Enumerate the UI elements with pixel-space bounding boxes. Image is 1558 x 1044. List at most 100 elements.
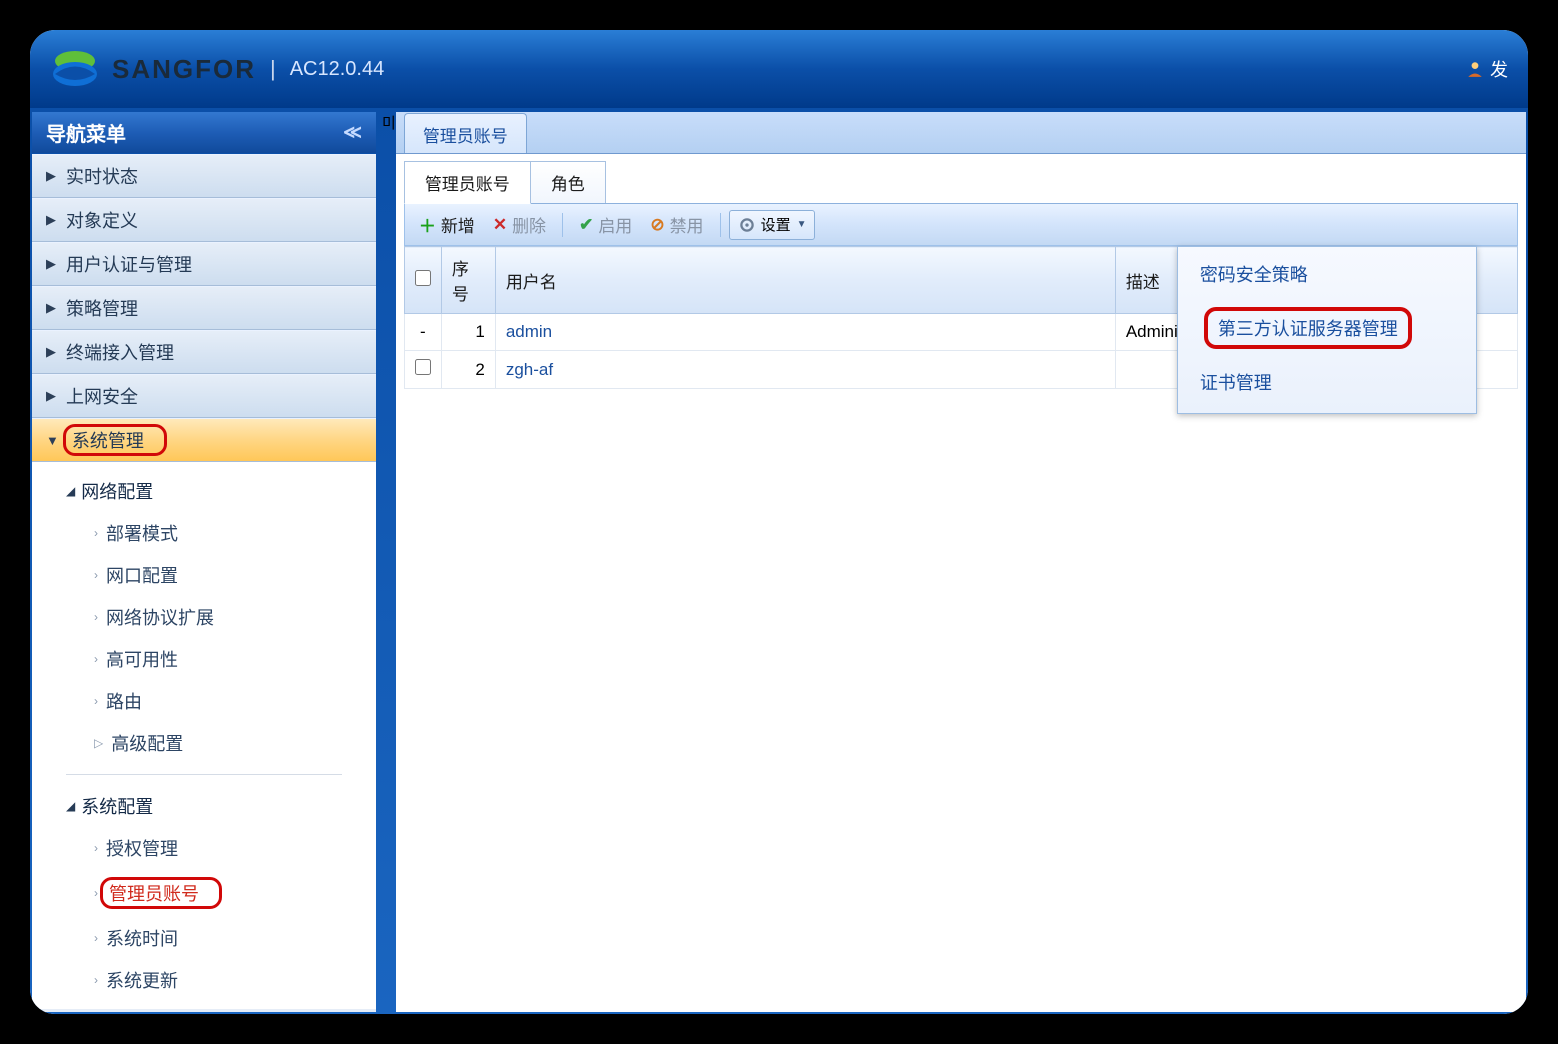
- leaf-label: 高级配置: [111, 730, 183, 756]
- leaf-nic-config[interactable]: ›网口配置: [32, 554, 376, 596]
- col-username[interactable]: 用户名: [495, 247, 1115, 314]
- enable-button[interactable]: ✔启用: [571, 210, 640, 240]
- main-panel: 管理员账号 管理员账号 角色 ＋新增 ✕删除 ✔启用 ⊘ 禁用: [396, 112, 1526, 1012]
- nav-label: 实时状态: [66, 163, 138, 189]
- settings-dropdown: 密码安全策略 第三方认证服务器管理 证书管理: [1177, 246, 1477, 414]
- collapse-icon[interactable]: ≪: [343, 122, 362, 143]
- menu-thirdparty-auth-wrap: 第三方认证服务器管理: [1192, 299, 1462, 357]
- highlight-system-mgmt: 系统管理: [63, 424, 167, 456]
- btn-label: 新增: [441, 212, 475, 237]
- main-tab-head: 管理员账号: [396, 112, 1526, 154]
- inner-tabs: 管理员账号 角色: [404, 164, 1518, 204]
- leaf-label: 高可用性: [106, 646, 178, 672]
- btn-label: 设置: [761, 214, 791, 235]
- col-checkbox: [404, 247, 441, 314]
- brand-name: SANGFOR: [112, 54, 256, 85]
- toolbar-sep: [562, 213, 563, 237]
- tab-roles[interactable]: 角色: [530, 161, 606, 203]
- x-icon: ✕: [493, 215, 507, 235]
- menu-cert-mgmt[interactable]: 证书管理: [1188, 361, 1466, 403]
- highlight-admin-accounts: 管理员账号: [100, 877, 222, 909]
- brand-logo: [50, 44, 100, 94]
- row-checkbox-cell: -: [404, 314, 441, 351]
- row-username[interactable]: zgh-af: [495, 351, 1115, 389]
- subtree-separator: [66, 774, 342, 775]
- nav-label: 上网安全: [66, 383, 138, 409]
- app-frame: SANGFOR | AC12.0.44 发 导航菜单 ≪ ▶实时状态 ▶对象定义…: [0, 0, 1558, 1044]
- col-index[interactable]: 序号: [441, 247, 495, 314]
- user-area[interactable]: 发: [1466, 56, 1508, 82]
- row-username[interactable]: admin: [495, 314, 1115, 351]
- subgroup-system-config[interactable]: ◢系统配置: [32, 785, 376, 827]
- nav-realtime-status[interactable]: ▶实时状态: [32, 154, 376, 198]
- btn-label: 删除: [512, 212, 546, 237]
- row-checkbox-cell: [404, 351, 441, 389]
- topbar: SANGFOR | AC12.0.44 发: [30, 30, 1528, 110]
- menu-thirdparty-auth[interactable]: 第三方认证服务器管理: [1218, 319, 1398, 339]
- nav-label: 系统管理: [72, 431, 144, 451]
- chevron-down-icon: ▼: [797, 219, 807, 230]
- nav-terminal-access[interactable]: ▶终端接入管理: [32, 330, 376, 374]
- main-tab-admin-accounts[interactable]: 管理员账号: [404, 113, 527, 153]
- leaf-license-mgmt[interactable]: ›授权管理: [32, 827, 376, 869]
- disable-button[interactable]: ⊘ 禁用: [642, 210, 711, 240]
- leaf-label: 网络协议扩展: [106, 604, 214, 630]
- subgroup-label: 系统配置: [81, 793, 153, 819]
- settings-button[interactable]: 设置 ▼: [729, 210, 816, 240]
- subgroup-label: 网络配置: [81, 478, 153, 504]
- row-index: 2: [441, 351, 495, 389]
- subgroup-network-config[interactable]: ◢网络配置: [32, 470, 376, 512]
- leaf-system-update[interactable]: ›系统更新: [32, 959, 376, 1001]
- btn-label: 禁用: [670, 212, 704, 237]
- leaf-admin-accounts[interactable]: ›管理员账号: [32, 869, 376, 917]
- check-icon: ✔: [579, 215, 593, 235]
- dash-icon: -: [420, 322, 426, 341]
- gear-icon: [738, 216, 756, 234]
- select-all-checkbox[interactable]: [415, 270, 431, 286]
- row-checkbox[interactable]: [415, 359, 431, 375]
- tab-accounts[interactable]: 管理员账号: [404, 161, 531, 204]
- leaf-label: 网口配置: [106, 562, 178, 588]
- body-zone: 导航菜单 ≪ ▶实时状态 ▶对象定义 ▶用户认证与管理 ▶策略管理 ▶终端接入管…: [30, 110, 1528, 1014]
- header-divider: |: [270, 56, 276, 82]
- version-label: AC12.0.44: [290, 58, 385, 81]
- leaf-label: 路由: [106, 688, 142, 714]
- nav-policy-mgmt[interactable]: ▶策略管理: [32, 286, 376, 330]
- nav-web-security[interactable]: ▶上网安全: [32, 374, 376, 418]
- menu-password-policy[interactable]: 密码安全策略: [1188, 253, 1466, 295]
- btn-label: 启用: [598, 212, 632, 237]
- leaf-label: 授权管理: [106, 835, 178, 861]
- table-wrap: 序号 用户名 描述 - 1 admin Administ: [404, 246, 1518, 1012]
- leaf-label: 管理员账号: [109, 884, 199, 904]
- app-inner: SANGFOR | AC12.0.44 发 导航菜单 ≪ ▶实时状态 ▶对象定义…: [30, 30, 1528, 1014]
- nav-label: 终端接入管理: [66, 339, 174, 365]
- sidebar-title: 导航菜单: [46, 118, 126, 147]
- add-button[interactable]: ＋新增: [411, 210, 483, 240]
- main-content: 管理员账号 角色 ＋新增 ✕删除 ✔启用 ⊘ 禁用 设置 ▼: [396, 154, 1526, 1012]
- leaf-deploy-mode[interactable]: ›部署模式: [32, 512, 376, 554]
- user-label: 发: [1490, 56, 1508, 82]
- nav-object-definition[interactable]: ▶对象定义: [32, 198, 376, 242]
- ban-icon: ⊘: [650, 215, 664, 235]
- leaf-routing[interactable]: ›路由: [32, 680, 376, 722]
- nav-system-mgmt[interactable]: ▼ 系统管理: [32, 418, 376, 462]
- leaf-high-availability[interactable]: ›高可用性: [32, 638, 376, 680]
- plus-icon: ＋: [419, 212, 436, 237]
- sidebar-header: 导航菜单 ≪: [32, 112, 376, 154]
- user-icon: [1466, 60, 1484, 78]
- leaf-system-time[interactable]: ›系统时间: [32, 917, 376, 959]
- leaf-label: 系统时间: [106, 925, 178, 951]
- nav-label: 用户认证与管理: [66, 251, 192, 277]
- nav-label: 对象定义: [66, 207, 138, 233]
- row-index: 1: [441, 314, 495, 351]
- leaf-label: 系统更新: [106, 967, 178, 993]
- toolbar-sep: [720, 213, 721, 237]
- nav-user-auth[interactable]: ▶用户认证与管理: [32, 242, 376, 286]
- nav-label: 策略管理: [66, 295, 138, 321]
- leaf-net-protocol-ext[interactable]: ›网络协议扩展: [32, 596, 376, 638]
- leaf-advanced-config[interactable]: ▷高级配置: [32, 722, 376, 764]
- delete-button[interactable]: ✕删除: [485, 210, 554, 240]
- system-mgmt-subtree: ◢网络配置 ›部署模式 ›网口配置 ›网络协议扩展 ›高可用性 ›路由 ▷高级配…: [32, 462, 376, 1009]
- sidebar: 导航菜单 ≪ ▶实时状态 ▶对象定义 ▶用户认证与管理 ▶策略管理 ▶终端接入管…: [32, 112, 376, 1012]
- toolbar: ＋新增 ✕删除 ✔启用 ⊘ 禁用 设置 ▼: [404, 204, 1518, 246]
